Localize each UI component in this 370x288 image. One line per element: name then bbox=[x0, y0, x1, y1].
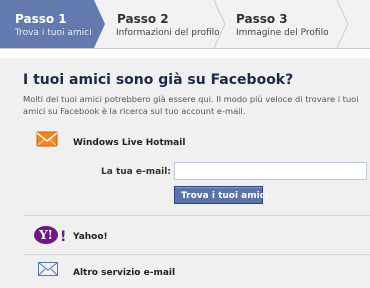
step-1-title: Passo 1 bbox=[15, 12, 67, 26]
email-label: La tua e-mail: bbox=[101, 167, 171, 177]
svg-text:!: ! bbox=[60, 229, 65, 245]
step-3[interactable]: Passo 3 Immagine del Profilo bbox=[225, 0, 345, 48]
step-2-title: Passo 2 bbox=[117, 12, 169, 26]
yahoo-service-label[interactable]: Yahoo! bbox=[73, 232, 108, 242]
step-1[interactable]: Passo 1 Trova i tuoi amici bbox=[0, 0, 105, 48]
hotmail-service-label[interactable]: Windows Live Hotmail bbox=[73, 138, 185, 148]
step-3-subtitle: Immagine del Profilo bbox=[236, 28, 329, 38]
step-2[interactable]: Passo 2 Informazioni del profilo bbox=[105, 0, 225, 48]
step-1-subtitle: Trova i tuoi amici bbox=[15, 28, 92, 38]
step-3-title: Passo 3 bbox=[236, 12, 288, 26]
divider bbox=[23, 215, 370, 216]
step-separator-chevron bbox=[336, 0, 349, 48]
find-friends-button[interactable]: Trova i tuoi amici bbox=[174, 186, 268, 204]
intro-text: Molti dei tuoi amici potrebbero già esse… bbox=[23, 94, 359, 116]
page-title: I tuoi amici sono già su Facebook? bbox=[23, 72, 294, 88]
find-friends-panel: I tuoi amici sono già su Facebook? Molti… bbox=[0, 58, 370, 288]
steps-bar: Passo 1 Trova i tuoi amici Passo 2 Infor… bbox=[0, 0, 370, 49]
divider bbox=[23, 254, 370, 255]
yahoo-logo-icon: Y! ! bbox=[34, 226, 65, 245]
other-email-service-label[interactable]: Altro servizio e-mail bbox=[73, 268, 175, 278]
svg-text:Y!: Y! bbox=[38, 228, 53, 242]
hotmail-envelope-icon bbox=[36, 131, 58, 147]
step-2-subtitle: Informazioni del profilo bbox=[116, 28, 220, 38]
email-input[interactable] bbox=[174, 162, 367, 180]
mail-envelope-icon bbox=[38, 262, 58, 276]
